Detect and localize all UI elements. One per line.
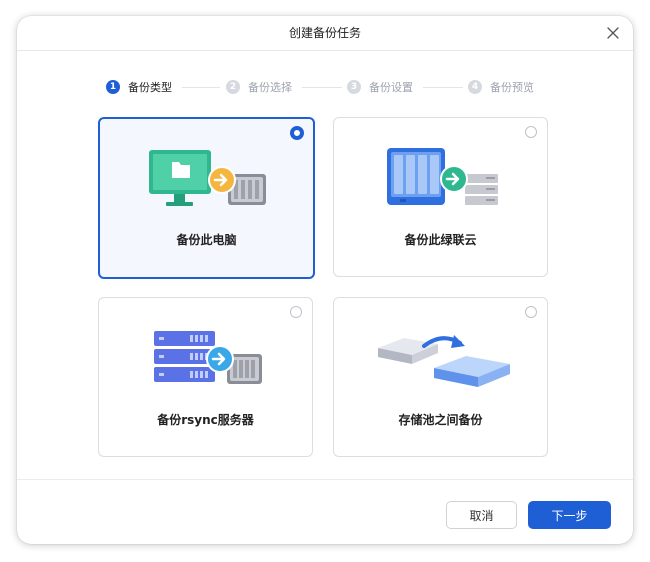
dialog-title: 创建备份任务 (288, 26, 361, 40)
step-label: 备份类型 (128, 81, 172, 94)
pool-to-pool-icon (378, 335, 510, 387)
step-2: 2 备份选择 (226, 79, 292, 95)
option-label: 备份rsync服务器 (157, 413, 254, 427)
step-connector (423, 87, 463, 88)
step-connector (302, 87, 342, 88)
step-number: 2 (226, 80, 240, 94)
dialog-footer: 取消 下一步 (17, 479, 633, 544)
create-backup-dialog: 创建备份任务 1 备份类型 2 备份选择 3 备份设置 4 备份预览 备份此电脑… (17, 16, 633, 544)
next-button[interactable]: 下一步 (528, 501, 611, 529)
option-backup-this-nas[interactable]: 备份此绿联云 (333, 117, 548, 277)
step-1: 1 备份类型 (106, 79, 172, 95)
option-pool-to-pool-backup[interactable]: 存储池之间备份 (333, 297, 548, 457)
step-number: 4 (468, 80, 482, 94)
computer-to-nas-icon (149, 150, 266, 206)
nas-to-server-icon (387, 148, 498, 205)
option-backup-rsync-server[interactable]: 备份rsync服务器 (98, 297, 313, 457)
step-label: 备份选择 (248, 81, 292, 94)
dialog-header: 创建备份任务 (17, 16, 633, 51)
cancel-button[interactable]: 取消 (446, 501, 517, 529)
close-icon[interactable] (605, 25, 621, 41)
step-number: 1 (106, 80, 120, 94)
option-backup-this-pc[interactable]: 备份此电脑 (98, 117, 315, 279)
step-number: 3 (347, 80, 361, 94)
step-label: 备份预览 (490, 81, 534, 94)
step-4: 4 备份预览 (468, 79, 534, 95)
rsync-server-to-nas-icon (154, 331, 262, 384)
option-label: 备份此绿联云 (404, 233, 477, 247)
step-label: 备份设置 (369, 81, 413, 94)
option-label: 备份此电脑 (176, 233, 237, 247)
step-3: 3 备份设置 (347, 79, 413, 95)
step-connector (182, 87, 220, 88)
option-label: 存储池之间备份 (398, 413, 483, 427)
